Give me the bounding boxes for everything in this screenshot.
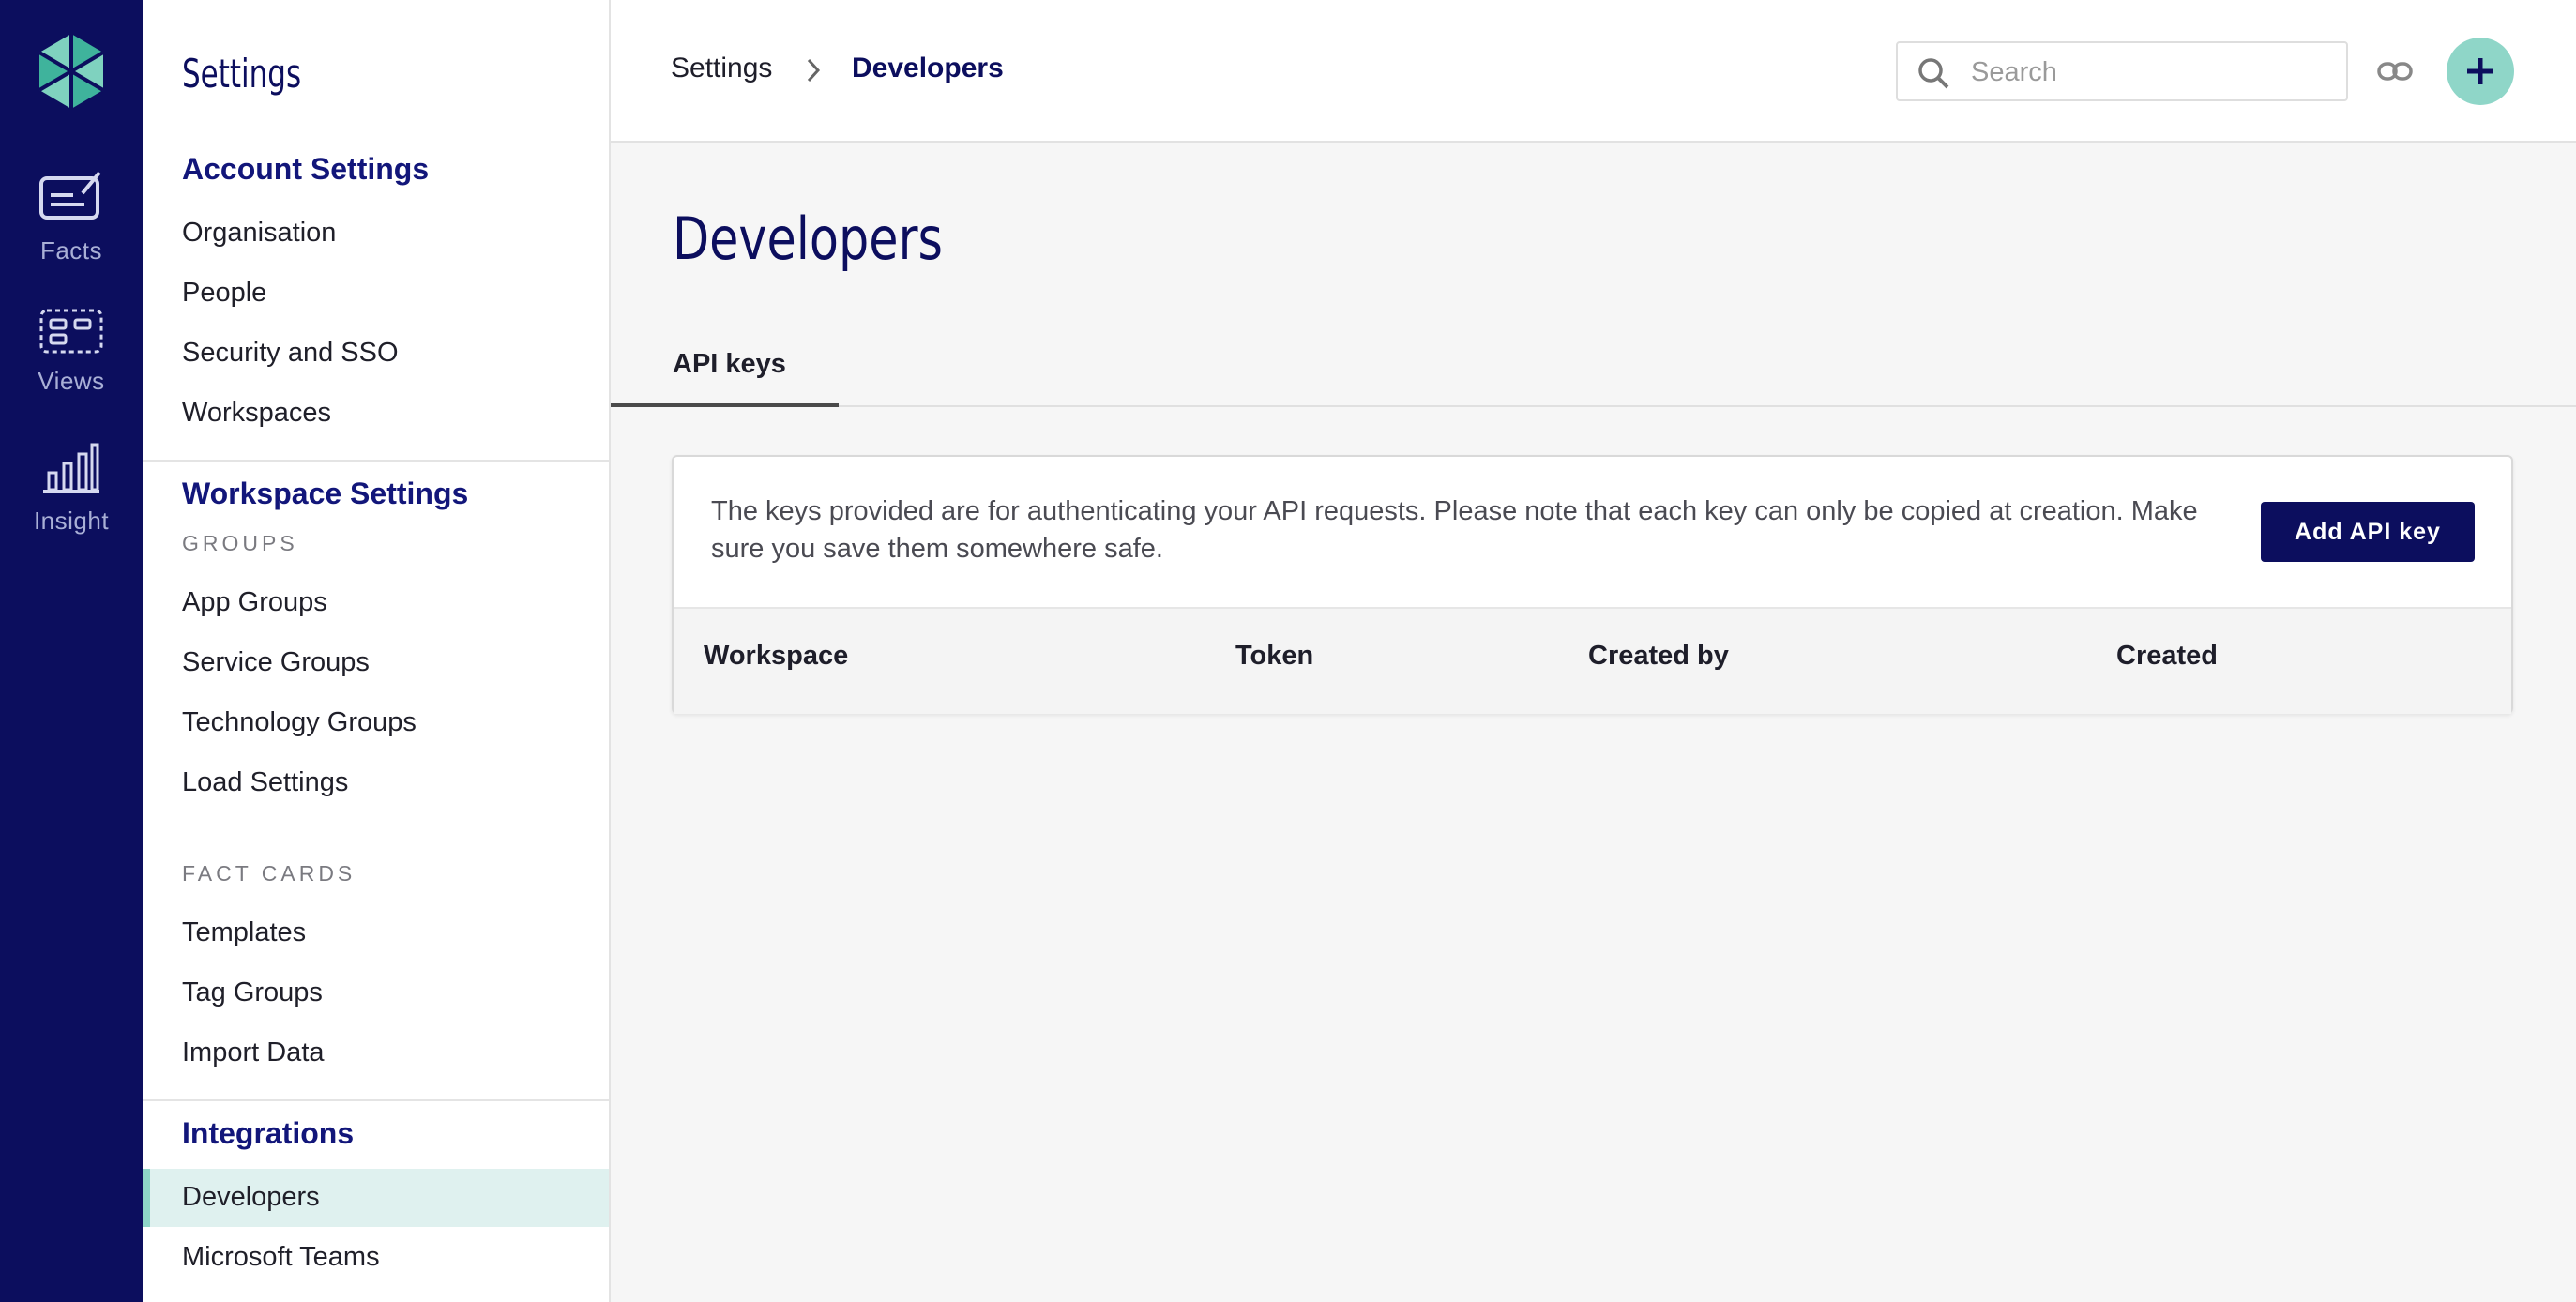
settings-sidebar: Settings Account Settings Organisation P… bbox=[143, 0, 611, 1302]
fact-cards-caption: FACT CARDS bbox=[182, 861, 356, 886]
sidebar-item-technology-groups[interactable]: Technology Groups bbox=[182, 707, 417, 738]
groups-caption: GROUPS bbox=[182, 531, 298, 555]
create-button[interactable] bbox=[2447, 38, 2514, 105]
tab-api-keys[interactable]: API keys bbox=[611, 349, 839, 407]
facts-icon bbox=[39, 171, 101, 220]
integrations-heading: Integrations bbox=[182, 1116, 355, 1150]
column-header-created-by[interactable]: Created by bbox=[1588, 641, 1729, 672]
column-header-token[interactable]: Token bbox=[1235, 641, 1313, 672]
page-title: Developers bbox=[673, 204, 943, 273]
account-settings-heading: Account Settings bbox=[182, 152, 430, 186]
insight-icon bbox=[42, 443, 99, 493]
api-keys-card: The keys provided are for authenticating… bbox=[672, 455, 2513, 714]
rail-insight[interactable]: Insight bbox=[34, 443, 109, 536]
api-keys-description: The keys provided are for authenticating… bbox=[711, 496, 2198, 564]
sidebar-item-organisation[interactable]: Organisation bbox=[182, 218, 336, 249]
search-box[interactable] bbox=[1896, 41, 2348, 101]
tabs-divider bbox=[611, 405, 2576, 407]
sidebar-divider bbox=[143, 460, 609, 462]
rail-facts-label: Facts bbox=[39, 236, 103, 265]
workspace-settings-heading: Workspace Settings bbox=[182, 477, 469, 510]
column-header-workspace[interactable]: Workspace bbox=[704, 641, 848, 672]
add-api-key-button[interactable]: Add API key bbox=[2261, 502, 2475, 562]
search-input[interactable] bbox=[1971, 54, 2327, 90]
rail-views-label: Views bbox=[38, 367, 105, 395]
chevron-right-icon bbox=[807, 58, 821, 83]
sidebar-title: Settings bbox=[182, 51, 302, 97]
app-rail: Facts Views Insight bbox=[0, 0, 143, 1302]
column-header-created[interactable]: Created bbox=[2116, 641, 2218, 672]
breadcrumb-settings[interactable]: Settings bbox=[671, 53, 772, 84]
sidebar-item-load-settings[interactable]: Load Settings bbox=[182, 767, 348, 798]
breadcrumb-current: Developers bbox=[852, 53, 1004, 83]
link-icon[interactable] bbox=[2376, 53, 2414, 90]
sidebar-item-tag-groups[interactable]: Tag Groups bbox=[182, 977, 323, 1008]
sidebar-item-people[interactable]: People bbox=[182, 278, 266, 309]
sidebar-item-service-groups[interactable]: Service Groups bbox=[182, 647, 370, 678]
sidebar-item-security[interactable]: Security and SSO bbox=[182, 338, 399, 369]
tab-api-keys-label: API keys bbox=[673, 349, 786, 379]
sidebar-item-import-data[interactable]: Import Data bbox=[182, 1037, 325, 1068]
logo-icon[interactable] bbox=[34, 32, 109, 111]
rail-views[interactable]: Views bbox=[38, 307, 105, 396]
top-header: Settings Developers bbox=[611, 0, 2576, 143]
rail-facts[interactable]: Facts bbox=[38, 169, 105, 265]
sidebar-item-app-groups[interactable]: App Groups bbox=[182, 587, 327, 618]
sidebar-item-developers[interactable]: Developers bbox=[182, 1182, 320, 1213]
api-keys-table-header: Workspace Token Created by Created bbox=[674, 607, 2511, 714]
plus-icon bbox=[2467, 58, 2493, 84]
search-icon bbox=[1918, 58, 1949, 89]
views-icon bbox=[39, 309, 103, 354]
sidebar-divider bbox=[143, 1099, 609, 1101]
sidebar-item-templates[interactable]: Templates bbox=[182, 917, 306, 948]
sidebar-item-workspaces[interactable]: Workspaces bbox=[182, 398, 331, 429]
sidebar-item-microsoft-teams[interactable]: Microsoft Teams bbox=[182, 1242, 380, 1273]
rail-insight-label: Insight bbox=[33, 507, 110, 535]
